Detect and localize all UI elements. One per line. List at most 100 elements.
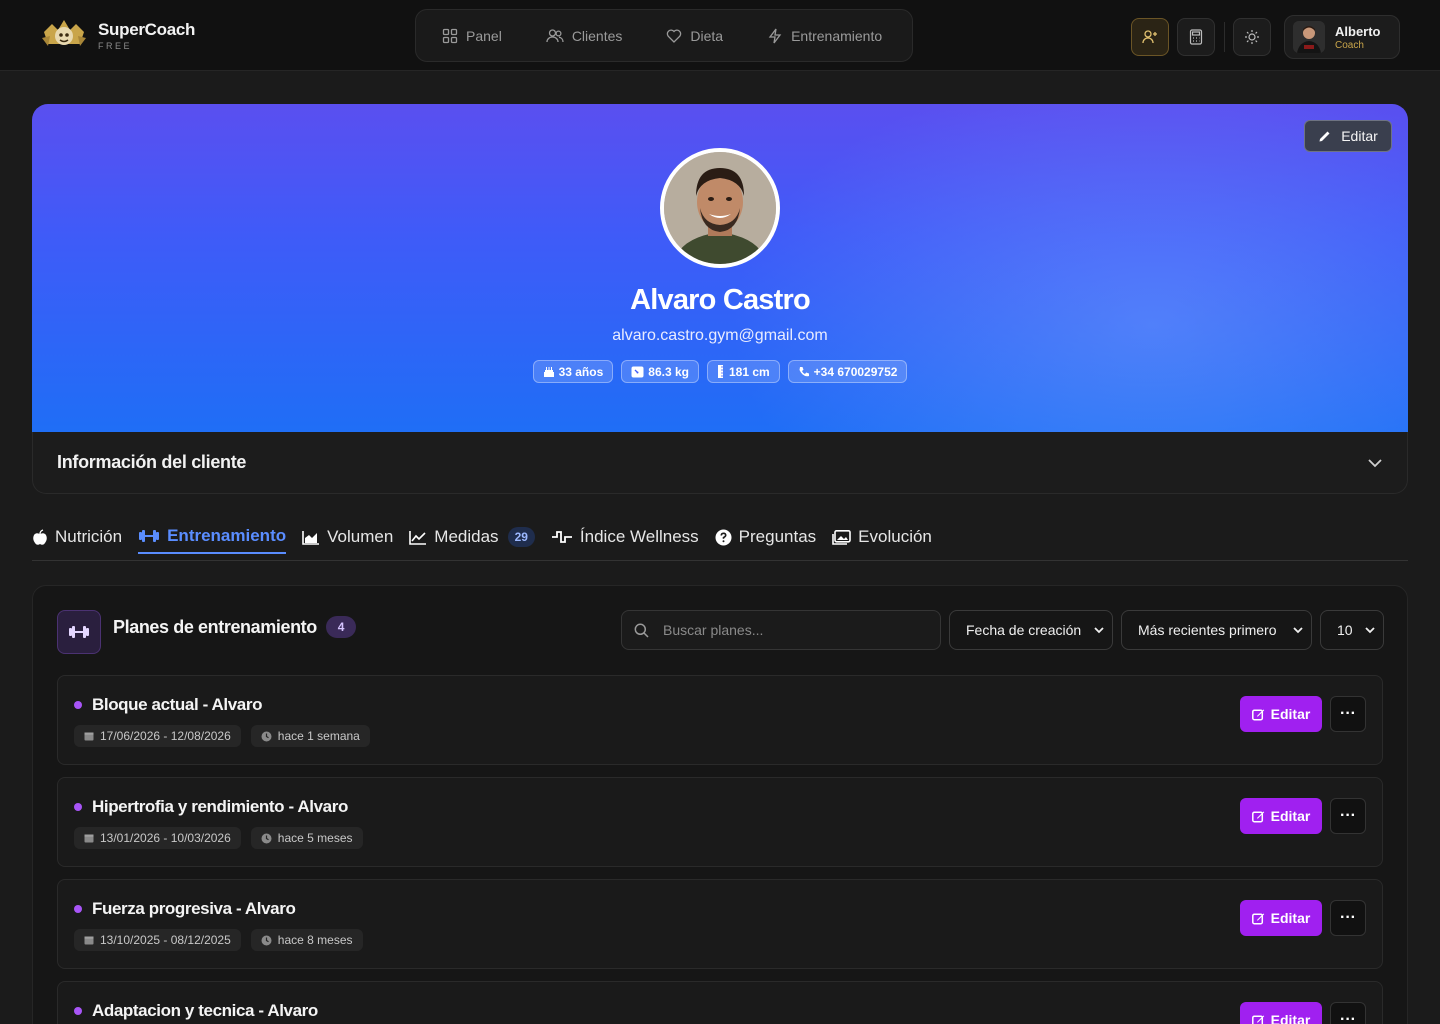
users-icon <box>546 28 564 42</box>
measures-count-badge: 29 <box>507 527 535 547</box>
nav-label: Entrenamiento <box>791 27 883 44</box>
grid-icon <box>442 28 458 43</box>
training-plans-panel: Planes de entrenamiento 4 Fecha de creac… <box>32 585 1408 1024</box>
nav-label: Clientes <box>571 27 623 44</box>
height-value: 181 cm <box>728 364 770 379</box>
scale-icon <box>631 366 644 377</box>
plan-card: Bloque actual - Alvaro 17/06/2026 - 12/0… <box>57 675 1383 765</box>
images-icon <box>832 529 851 545</box>
status-dot <box>74 905 82 913</box>
tab-medidas[interactable]: Medidas 29 <box>409 520 535 554</box>
heart-icon <box>667 28 682 43</box>
top-actions: Alberto Coach <box>1131 15 1400 59</box>
plan-dates-text: 17/06/2026 - 12/08/2026 <box>100 729 231 743</box>
edit-icon <box>1251 912 1264 924</box>
edit-label: Editar <box>1270 1012 1311 1024</box>
cake-icon <box>543 366 554 377</box>
edit-label: Editar <box>1270 910 1311 926</box>
plan-name: Adaptacion y tecnica - Alvaro <box>92 1001 318 1020</box>
chevron-down-icon <box>1365 626 1375 633</box>
plan-age-text: hace 1 semana <box>277 729 360 743</box>
client-info-accordion[interactable]: Información del cliente <box>32 432 1408 494</box>
nav-item-panel[interactable]: Panel <box>442 28 502 44</box>
sort-field-value: Fecha de creación <box>966 622 1082 638</box>
plan-meta: 17/06/2026 - 12/08/2026 hace 1 semana <box>74 725 380 747</box>
edit-plan-button[interactable]: Editar <box>1240 900 1322 936</box>
plan-name: Bloque actual - Alvaro <box>92 695 263 714</box>
plan-more-button[interactable]: ··· <box>1330 696 1366 732</box>
nav-label: Dieta <box>690 27 724 44</box>
plan-name-row: Fuerza progresiva - Alvaro <box>74 899 296 919</box>
tab-indice-wellness[interactable]: Índice Wellness <box>551 520 699 554</box>
tab-label: Volumen <box>327 527 394 546</box>
plan-meta: 13/10/2025 - 08/12/2025 hace 8 meses <box>74 929 373 951</box>
plan-dates: 13/01/2026 - 10/03/2026 <box>74 827 241 849</box>
edit-plan-button[interactable]: Editar <box>1240 696 1322 732</box>
tab-label: Evolución <box>858 527 932 546</box>
add-client-button[interactable] <box>1131 18 1169 56</box>
edit-icon <box>1251 708 1264 720</box>
tab-nutricion[interactable]: Nutrición <box>32 520 122 554</box>
nav-item-clientes[interactable]: Clientes <box>546 27 623 44</box>
clock-icon <box>261 935 272 945</box>
sort-order-select[interactable]: Más recientes primero <box>1121 610 1312 650</box>
weight-pill: 86.3 kg <box>621 360 699 383</box>
tab-entrenamiento[interactable]: Entrenamiento <box>138 520 287 554</box>
plans-count-badge: 4 <box>325 616 356 638</box>
status-dot <box>74 701 82 709</box>
user-role: Coach <box>1335 39 1364 51</box>
calculator-icon <box>1189 29 1203 45</box>
chevron-down-icon <box>1094 626 1104 633</box>
plan-more-button[interactable]: ··· <box>1330 900 1366 936</box>
status-dot <box>74 1007 82 1015</box>
plans-title-row: Planes de entrenamiento 4 <box>113 616 356 638</box>
clock-icon <box>261 833 272 843</box>
page-size-select[interactable]: 10 <box>1320 610 1384 650</box>
edit-plan-button[interactable]: Editar <box>1240 1002 1322 1024</box>
plan-name-row: Hipertrofia y rendimiento - Alvaro <box>74 797 348 817</box>
plan-more-button[interactable]: ··· <box>1330 1002 1366 1024</box>
tab-label: Nutrición <box>55 527 123 546</box>
edit-plan-button[interactable]: Editar <box>1240 798 1322 834</box>
sun-icon <box>1245 30 1259 44</box>
plans-search-input[interactable] <box>663 622 913 638</box>
weight-value: 86.3 kg <box>648 364 689 379</box>
tab-volumen[interactable]: Volumen <box>302 520 393 554</box>
sort-field-select[interactable]: Fecha de creación <box>949 610 1113 650</box>
edit-icon <box>1251 1014 1264 1024</box>
tab-label: Medidas <box>434 527 499 546</box>
edit-client-button[interactable]: Editar <box>1304 120 1392 152</box>
height-pill: 181 cm <box>706 360 780 383</box>
plan-card: Fuerza progresiva - Alvaro 13/10/2025 - … <box>57 879 1383 969</box>
plans-title: Planes de entrenamiento <box>113 616 317 637</box>
calculator-button[interactable] <box>1177 18 1215 56</box>
calendar-icon <box>84 936 94 945</box>
client-stats: 33 años 86.3 kg 181 cm +34 670029752 <box>32 360 1408 383</box>
user-avatar <box>1293 21 1325 53</box>
theme-toggle-button[interactable] <box>1233 18 1271 56</box>
phone-pill[interactable]: +34 670029752 <box>787 360 908 383</box>
phone-value: +34 670029752 <box>813 364 898 379</box>
plan-dates: 17/06/2026 - 12/08/2026 <box>74 725 241 747</box>
apple-icon <box>33 528 47 545</box>
plans-search[interactable] <box>621 610 941 650</box>
age-value: 33 años <box>558 364 604 379</box>
nav-item-entrenamiento[interactable]: Entrenamiento <box>767 28 882 44</box>
plan-age-text: hace 8 meses <box>277 933 353 947</box>
bolt-icon <box>768 28 782 43</box>
user-menu[interactable]: Alberto Coach <box>1284 15 1400 59</box>
edit-label: Editar <box>1270 808 1311 824</box>
plan-dates: 13/10/2025 - 08/12/2025 <box>74 929 241 951</box>
nav-item-dieta[interactable]: Dieta <box>666 28 723 44</box>
tab-preguntas[interactable]: Preguntas <box>715 520 816 554</box>
plan-age: hace 8 meses <box>250 929 363 951</box>
user-name: Alberto <box>1335 23 1381 39</box>
chevron-down-icon <box>1293 626 1303 633</box>
pulse-icon <box>551 531 572 543</box>
calendar-icon <box>84 834 94 843</box>
brand[interactable]: SuperCoach FREE <box>40 16 195 54</box>
plan-more-button[interactable]: ··· <box>1330 798 1366 834</box>
tab-evolucion[interactable]: Evolución <box>832 520 932 554</box>
plan-label: FREE <box>98 40 133 51</box>
ruler-icon <box>717 365 723 378</box>
